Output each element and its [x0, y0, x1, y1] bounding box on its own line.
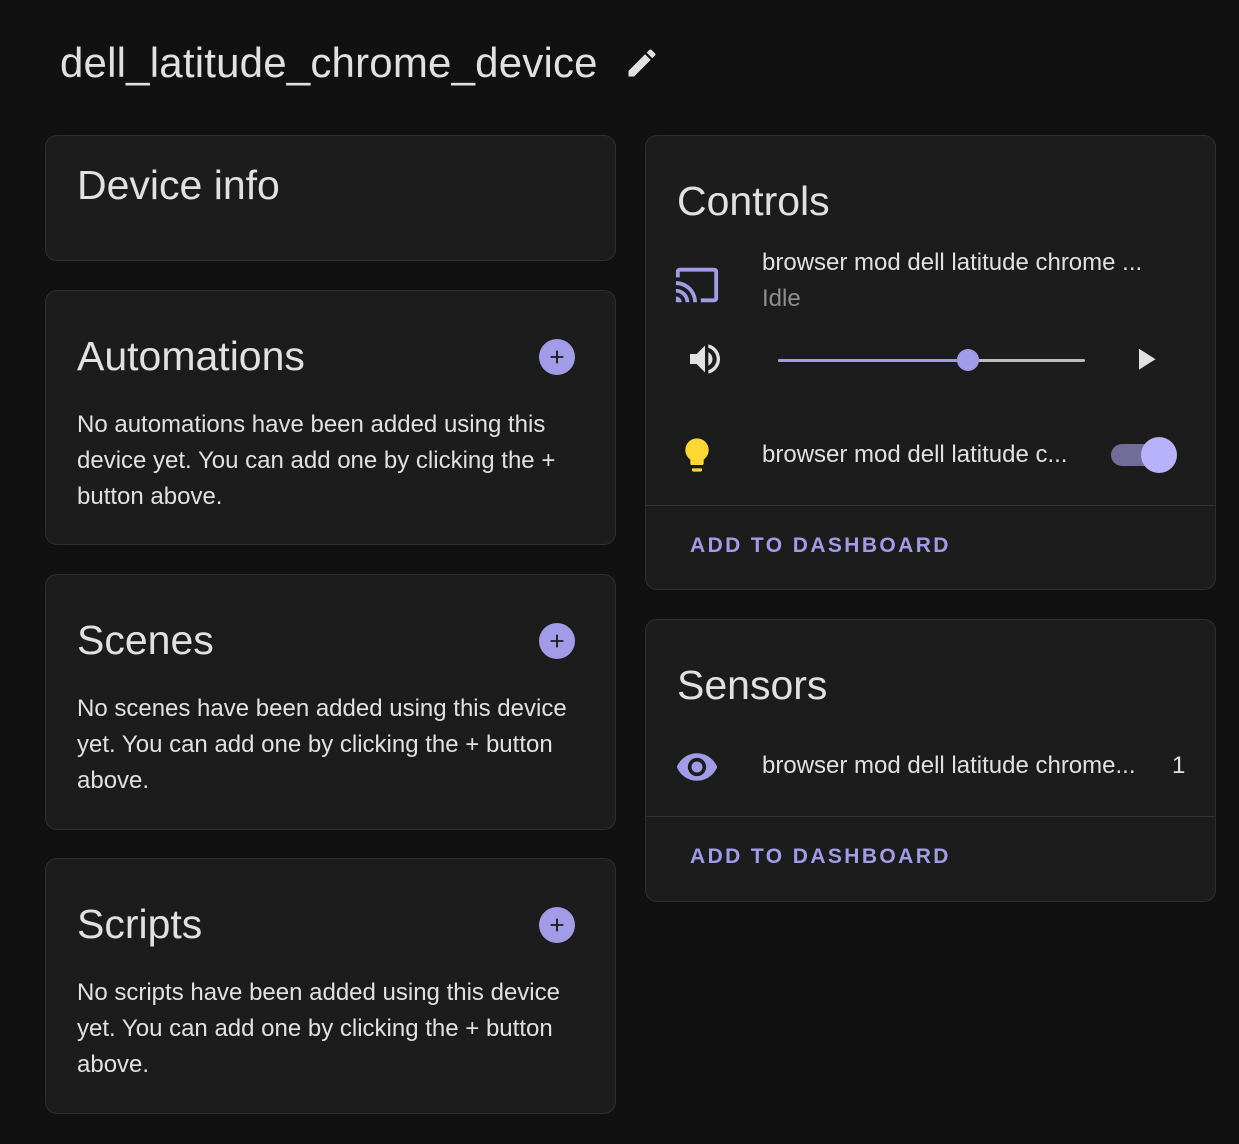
add-script-button[interactable] [537, 905, 577, 945]
plus-circle-icon [539, 623, 575, 659]
media-player-state: Idle [762, 285, 801, 312]
scripts-empty-text: No scripts have been added using this de… [77, 979, 560, 1078]
play-icon [1139, 348, 1156, 370]
light-toggle-knob [1141, 437, 1177, 473]
pencil-icon [628, 49, 656, 77]
plus-circle-icon [539, 907, 575, 943]
lightbulb-icon[interactable] [674, 432, 720, 478]
light-toggle[interactable] [1111, 437, 1177, 473]
automations-title: Automations [77, 333, 305, 379]
device-title: dell_latitude_chrome_device [60, 39, 598, 86]
light-name[interactable]: browser mod dell latitude c... [762, 441, 1092, 469]
add-scene-button[interactable] [537, 621, 577, 661]
scenes-card: Scenes No scenes have been added using t… [45, 574, 616, 830]
controls-card: Controls browser mod dell latitude chrom… [645, 135, 1216, 590]
scenes-empty-text: No scenes have been added using this dev… [77, 695, 567, 794]
scenes-title: Scenes [77, 617, 214, 663]
play-button[interactable] [1122, 336, 1168, 382]
sensors-card: Sensors browser mod dell latitude chrome… [645, 619, 1216, 902]
sensors-add-to-dashboard-button[interactable]: ADD TO DASHBOARD [690, 845, 951, 869]
sensors-divider [646, 816, 1215, 817]
volume-slider-fill [778, 359, 969, 362]
volume-slider[interactable] [778, 345, 1085, 375]
cast-icon[interactable] [674, 262, 720, 308]
add-automation-button[interactable] [537, 337, 577, 377]
media-player-name[interactable]: browser mod dell latitude chrome ... [762, 249, 1172, 277]
volume-slider-thumb[interactable] [957, 349, 980, 371]
sensor-value: 1 [1172, 752, 1186, 779]
edit-device-button[interactable] [620, 41, 664, 85]
controls-divider [646, 505, 1215, 506]
automations-card: Automations No automations have been add… [45, 290, 616, 545]
controls-add-to-dashboard-button[interactable]: ADD TO DASHBOARD [690, 534, 951, 558]
page-header: dell_latitude_chrome_device [60, 36, 664, 90]
automations-empty-text: No automations have been added using thi… [77, 411, 556, 510]
eye-icon[interactable] [674, 744, 720, 790]
scripts-card: Scripts No scripts have been added using… [45, 858, 616, 1114]
device-info-title: Device info [77, 162, 280, 208]
sensor-name[interactable]: browser mod dell latitude chrome... [762, 752, 1157, 780]
sensors-title: Sensors [677, 662, 828, 708]
device-info-card: Device info [45, 135, 616, 261]
scripts-title: Scripts [77, 901, 203, 947]
volume-icon[interactable] [682, 336, 728, 382]
controls-title: Controls [677, 178, 830, 224]
plus-circle-icon [539, 339, 575, 375]
